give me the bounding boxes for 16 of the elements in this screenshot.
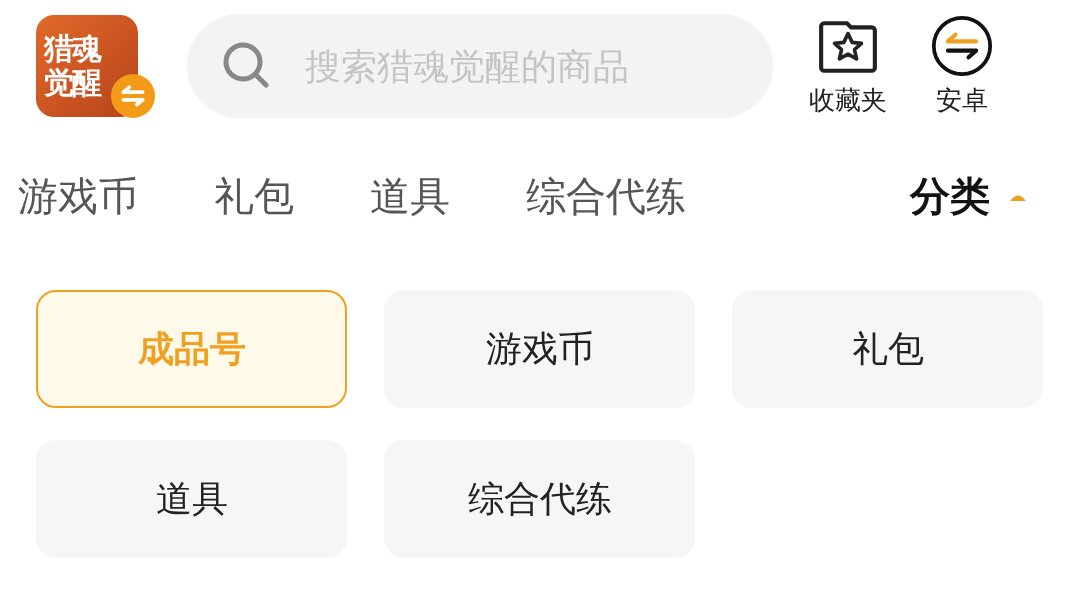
favorites-link[interactable]: 收藏夹 [809,82,887,118]
tab[interactable]: 礼包 [214,168,294,224]
logo-text: 猎魂 [44,32,100,66]
category-option[interactable]: 礼包 [732,290,1043,408]
swap-icon [110,73,156,119]
platform-link[interactable]: 安卓 [936,82,988,118]
category-dropdown[interactable]: 分类 [910,168,990,224]
category-option[interactable]: 综合代练 [384,440,695,558]
category-option[interactable]: 游戏币 [384,290,695,408]
tab[interactable]: 综合代练 [526,168,686,224]
tab[interactable]: 游戏币 [18,168,138,224]
category-option[interactable]: 道具 [36,440,347,558]
swap-icon [931,14,993,77]
app-logo[interactable]: 猎魂 觉醒 [36,15,138,117]
logo-text: 觉醒 [44,66,100,100]
tab[interactable]: 道具 [370,168,450,224]
